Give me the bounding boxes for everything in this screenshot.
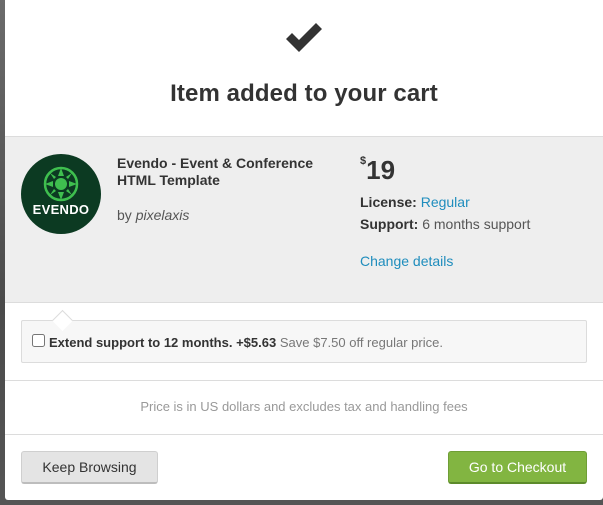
extend-support-checkbox[interactable] <box>32 334 45 347</box>
item-author: by pixelaxis <box>117 207 189 223</box>
price-disclaimer: Price is in US dollars and excludes tax … <box>140 399 468 414</box>
checkmark-icon-graphic <box>286 23 322 52</box>
price-amount: 19 <box>366 155 396 185</box>
extend-support-label: Extend support to 12 months. <box>49 335 233 350</box>
divider-bottom <box>5 434 603 435</box>
license-row: License: Regular <box>360 194 470 210</box>
item-price: $19 <box>360 155 395 186</box>
support-label: Support: <box>360 216 419 232</box>
change-details-link[interactable]: Change details <box>360 253 453 269</box>
author-name[interactable]: pixelaxis <box>136 207 190 223</box>
extend-support-box: Extend support to 12 months. +$5.63 Save… <box>21 320 587 363</box>
item-name[interactable]: Evendo - Event & Conference HTML Templat… <box>117 155 332 189</box>
divider-top <box>5 380 603 381</box>
keep-browsing-button[interactable]: Keep Browsing <box>21 451 158 484</box>
support-row: Support: 6 months support <box>360 216 530 232</box>
extend-support-price: +$5.63 <box>236 335 277 350</box>
cart-item-panel: EVENDO Evendo - Event & Conference HTML … <box>5 136 603 303</box>
currency-symbol: $ <box>360 155 367 167</box>
license-value-link[interactable]: Regular <box>421 194 470 210</box>
checkmark-icon <box>5 20 603 60</box>
logo-wordmark: EVENDO <box>32 202 90 217</box>
go-to-checkout-button[interactable]: Go to Checkout <box>448 451 587 484</box>
modal-title: Item added to your cart <box>170 80 438 107</box>
item-logo[interactable]: EVENDO <box>21 154 101 234</box>
support-value: 6 months support <box>422 216 531 232</box>
author-prefix: by <box>117 207 132 223</box>
evendo-logo-mark-icon <box>43 166 79 202</box>
extend-support-note: Save $7.50 off regular price. <box>279 335 443 350</box>
cart-modal: Item added to your cart EVENDO Evendo - … <box>5 0 603 500</box>
license-label: License: <box>360 194 417 210</box>
extend-support-text: Extend support to 12 months. +$5.63 Save… <box>49 335 443 350</box>
